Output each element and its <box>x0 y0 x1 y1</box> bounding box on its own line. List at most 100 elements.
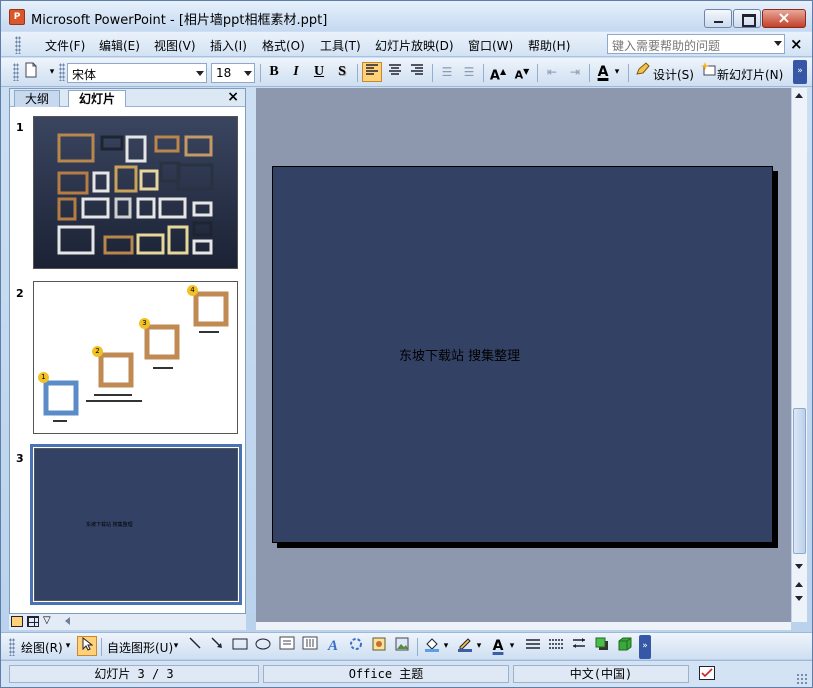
previous-slide-icon[interactable] <box>795 582 803 587</box>
font-color-arrow-icon[interactable]: ▾ <box>612 62 622 82</box>
menu-tools[interactable]: 工具(T) <box>320 37 361 54</box>
numbering-button[interactable]: ☰ <box>437 62 457 82</box>
wordart-icon[interactable]: A <box>323 636 343 656</box>
minimize-button[interactable] <box>704 9 732 28</box>
font-color-draw-icon[interactable]: A <box>488 636 508 656</box>
oval-tool-icon[interactable] <box>253 636 273 656</box>
current-slide[interactable]: 东坡下载站 搜集整理 <box>272 166 773 543</box>
new-slide-button[interactable]: 新幻灯片(N) <box>717 66 783 83</box>
horizontal-scrollbar[interactable] <box>256 622 791 630</box>
vertical-scrollbar[interactable] <box>791 88 807 622</box>
theme-status: Office 主题 <box>263 665 509 683</box>
vertical-text-icon <box>302 636 318 650</box>
line-color-icon[interactable] <box>455 636 475 656</box>
decrease-font-icon[interactable]: A▼ <box>512 62 532 82</box>
increase-font-icon[interactable]: A▲ <box>488 62 508 83</box>
fill-color-icon[interactable] <box>422 636 442 656</box>
menubar-grip-icon[interactable] <box>15 36 21 54</box>
step-badge-4: 4 <box>187 285 198 296</box>
autoshapes-arrow-icon[interactable]: ▾ <box>171 636 181 656</box>
insert-picture-icon[interactable] <box>392 636 412 656</box>
help-search-input[interactable]: 键入需要帮助的问题 <box>607 34 785 54</box>
slideshow-view-icon[interactable]: ▽ <box>43 616 55 627</box>
shadow-style-icon[interactable] <box>592 636 612 656</box>
menu-window[interactable]: 窗口(W) <box>468 37 513 54</box>
dash-style-icon[interactable] <box>546 636 566 656</box>
help-dropdown-arrow-icon[interactable] <box>774 41 782 46</box>
bullets-button[interactable]: ☰ <box>459 62 479 82</box>
menu-format[interactable]: 格式(O) <box>262 37 305 54</box>
vertical-textbox-icon[interactable] <box>300 636 320 656</box>
document-close-button[interactable]: × <box>790 35 803 53</box>
clipart-icon[interactable] <box>369 636 389 656</box>
arrow-tool-icon[interactable] <box>207 636 227 656</box>
maximize-button[interactable] <box>733 9 761 28</box>
menu-insert[interactable]: 插入(I) <box>210 37 247 54</box>
drawbar-overflow-icon[interactable]: » <box>639 635 651 659</box>
menu-help[interactable]: 帮助(H) <box>528 37 570 54</box>
font-size-arrow-icon[interactable] <box>244 71 252 76</box>
bold-button[interactable]: B <box>264 62 284 82</box>
arrow-style-icon[interactable] <box>569 636 589 656</box>
slide-text-box[interactable]: 东坡下载站 搜集整理 <box>399 345 520 364</box>
slide-sorter-view-icon[interactable] <box>27 616 39 627</box>
textbox-tool-icon[interactable] <box>277 636 297 656</box>
line-color-arrow-icon[interactable]: ▾ <box>474 636 484 656</box>
toolbar-grip-icon[interactable] <box>13 63 19 81</box>
decrease-indent-icon[interactable]: ⇤ <box>542 62 562 82</box>
font-color-draw-arrow-icon[interactable]: ▾ <box>507 636 517 656</box>
menu-edit[interactable]: 编辑(E) <box>99 37 140 54</box>
line-style-icon[interactable] <box>523 636 543 656</box>
align-center-icon <box>389 64 401 75</box>
spelling-check-icon[interactable] <box>699 666 715 680</box>
autoshapes-menu-button[interactable]: 自选图形(U) <box>107 639 173 656</box>
rectangle-tool-icon[interactable] <box>230 636 250 656</box>
toolbar-overflow-icon[interactable]: » <box>793 60 807 84</box>
italic-button[interactable]: I <box>286 62 306 82</box>
pane-close-button[interactable]: × <box>227 89 239 105</box>
new-slide-icon[interactable] <box>699 62 719 82</box>
slide-thumbnail-2[interactable]: 1 2 3 4 <box>33 281 238 434</box>
draw-menu-arrow-icon[interactable]: ▾ <box>63 636 73 656</box>
powerpoint-app-icon[interactable]: P <box>9 9 25 25</box>
select-objects-icon[interactable] <box>77 636 97 656</box>
draw-menu-button[interactable]: 绘图(R) <box>21 639 63 656</box>
design-button[interactable]: 设计(S) <box>653 66 694 83</box>
resize-grip-icon[interactable] <box>796 673 808 685</box>
normal-view-icon[interactable] <box>11 616 23 627</box>
drawbar-grip-icon[interactable] <box>9 638 15 656</box>
font-color-icon[interactable]: A <box>593 62 613 82</box>
slide-thumbnail-3[interactable]: 东坡下载站 搜集整理 <box>30 444 242 605</box>
font-name-arrow-icon[interactable] <box>196 71 204 76</box>
align-left-button[interactable] <box>362 62 382 82</box>
slide-thumbnail-1[interactable] <box>33 116 238 269</box>
design-icon[interactable] <box>633 62 653 82</box>
align-center-button[interactable] <box>385 62 405 82</box>
toolbar-separator <box>483 64 484 82</box>
underline-button[interactable]: U <box>309 62 329 82</box>
line-tool-icon[interactable] <box>185 636 205 656</box>
align-right-button[interactable] <box>407 62 427 82</box>
menu-file[interactable]: 文件(F) <box>45 37 85 54</box>
scroll-down-icon[interactable] <box>795 564 803 569</box>
menu-slideshow[interactable]: 幻灯片放映(D) <box>375 37 454 54</box>
scroll-up-icon[interactable] <box>795 93 803 98</box>
menu-view[interactable]: 视图(V) <box>154 37 196 54</box>
text-shadow-button[interactable]: S <box>332 62 352 82</box>
diagram-icon[interactable] <box>346 636 366 656</box>
font-name-select[interactable]: 宋体 <box>67 63 207 83</box>
dash-line-icon <box>549 639 563 649</box>
tab-outline[interactable]: 大纲 <box>14 90 61 107</box>
scrollbar-thumb[interactable] <box>793 408 806 554</box>
font-grip-icon[interactable] <box>59 63 65 81</box>
formatting-toolbar: ▾ 宋体 18 B I U S ☰ ☰ A▲ A▼ ⇤ ⇥ A ▾ 设计(S) … <box>1 58 812 87</box>
fill-color-arrow-icon[interactable]: ▾ <box>441 636 451 656</box>
new-document-icon[interactable] <box>21 62 41 82</box>
left-scroll-arrow-icon[interactable] <box>65 617 70 625</box>
tab-slides[interactable]: 幻灯片 <box>68 90 127 107</box>
close-window-button[interactable] <box>762 8 806 28</box>
increase-indent-icon[interactable]: ⇥ <box>565 62 585 82</box>
3d-style-icon[interactable] <box>615 636 635 656</box>
toolbar-separator <box>417 638 418 656</box>
next-slide-icon[interactable] <box>795 596 803 601</box>
